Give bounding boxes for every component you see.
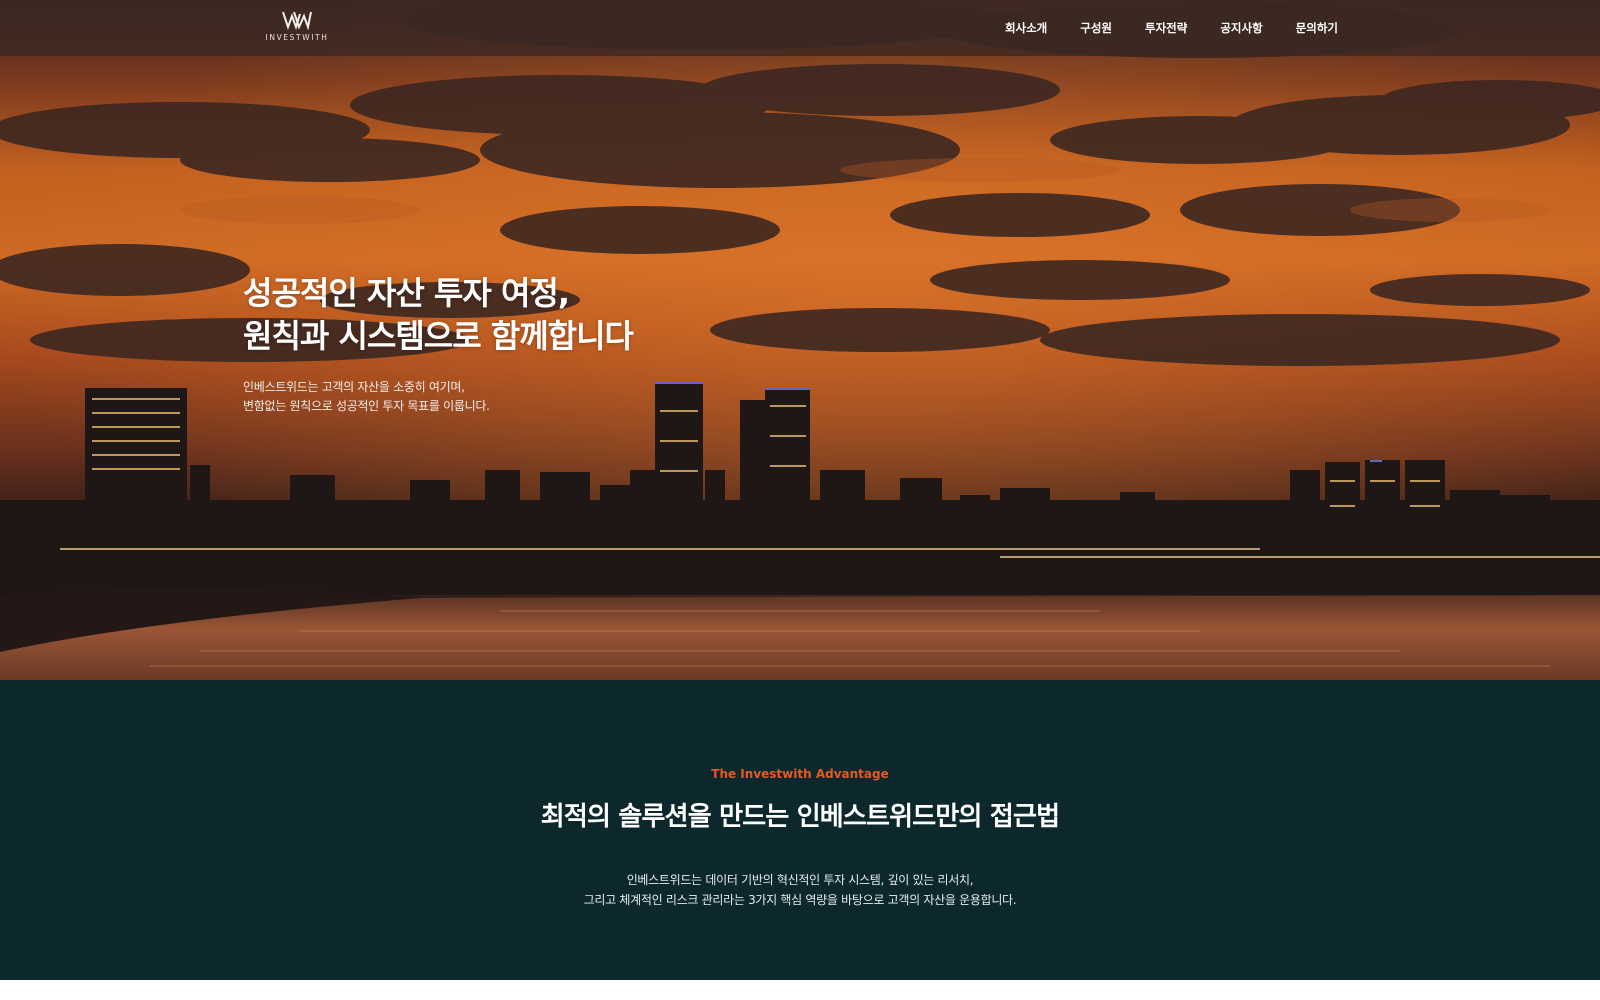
nav-item-notices[interactable]: 공지사항 (1220, 20, 1262, 36)
advantage-description-line-1: 인베스트위드는 데이터 기반의 혁신적인 투자 시스템, 깊이 있는 리서치, (626, 873, 974, 887)
hero-description-line-2: 변함없는 원칙으로 성공적인 투자 목표를 이룹니다. (243, 399, 490, 413)
hero-description: 인베스트위드는 고객의 자산을 소중히 여기며, 변함없는 원칙으로 성공적인 … (243, 378, 803, 416)
nav-item-contact[interactable]: 문의하기 (1296, 20, 1338, 36)
main-nav: 회사소개 구성원 투자전략 공지사항 문의하기 (1005, 0, 1338, 56)
page-bottom-strip (0, 980, 1600, 1000)
hero-title-line-1: 성공적인 자산 투자 여정, (243, 274, 570, 312)
site-header: INVESTWITH 회사소개 구성원 투자전략 공지사항 문의하기 (0, 0, 1600, 56)
nav-item-strategy[interactable]: 투자전략 (1145, 20, 1187, 36)
logo-mark-icon (282, 11, 312, 30)
advantage-eyebrow: The Investwith Advantage (711, 767, 889, 781)
advantage-description-line-2: 그리고 체계적인 리스크 관리라는 3가지 핵심 역량을 바탕으로 고객의 자산… (583, 893, 1017, 907)
nav-item-members[interactable]: 구성원 (1080, 20, 1112, 36)
nav-item-about[interactable]: 회사소개 (1005, 20, 1047, 36)
brand-logo[interactable]: INVESTWITH (262, 10, 332, 46)
page: INVESTWITH 회사소개 구성원 투자전략 공지사항 문의하기 성공적인 … (0, 0, 1600, 1000)
advantage-title: 최적의 솔루션을 만드는 인베스트위드만의 접근법 (540, 802, 1060, 832)
brand-name: INVESTWITH (265, 33, 329, 42)
hero-description-line-1: 인베스트위드는 고객의 자산을 소중히 여기며, (243, 380, 465, 394)
hero-title: 성공적인 자산 투자 여정, 원칙과 시스템으로 함께합니다 (243, 272, 803, 358)
hero-content: 성공적인 자산 투자 여정, 원칙과 시스템으로 함께합니다 인베스트위드는 고… (243, 272, 803, 416)
hero-title-line-2: 원칙과 시스템으로 함께합니다 (243, 317, 634, 355)
hero-section: INVESTWITH 회사소개 구성원 투자전략 공지사항 문의하기 성공적인 … (0, 0, 1600, 680)
advantage-description: 인베스트위드는 데이터 기반의 혁신적인 투자 시스템, 깊이 있는 리서치, … (0, 870, 1600, 910)
advantage-section: The Investwith Advantage 최적의 솔루션을 만드는 인베… (0, 680, 1600, 980)
